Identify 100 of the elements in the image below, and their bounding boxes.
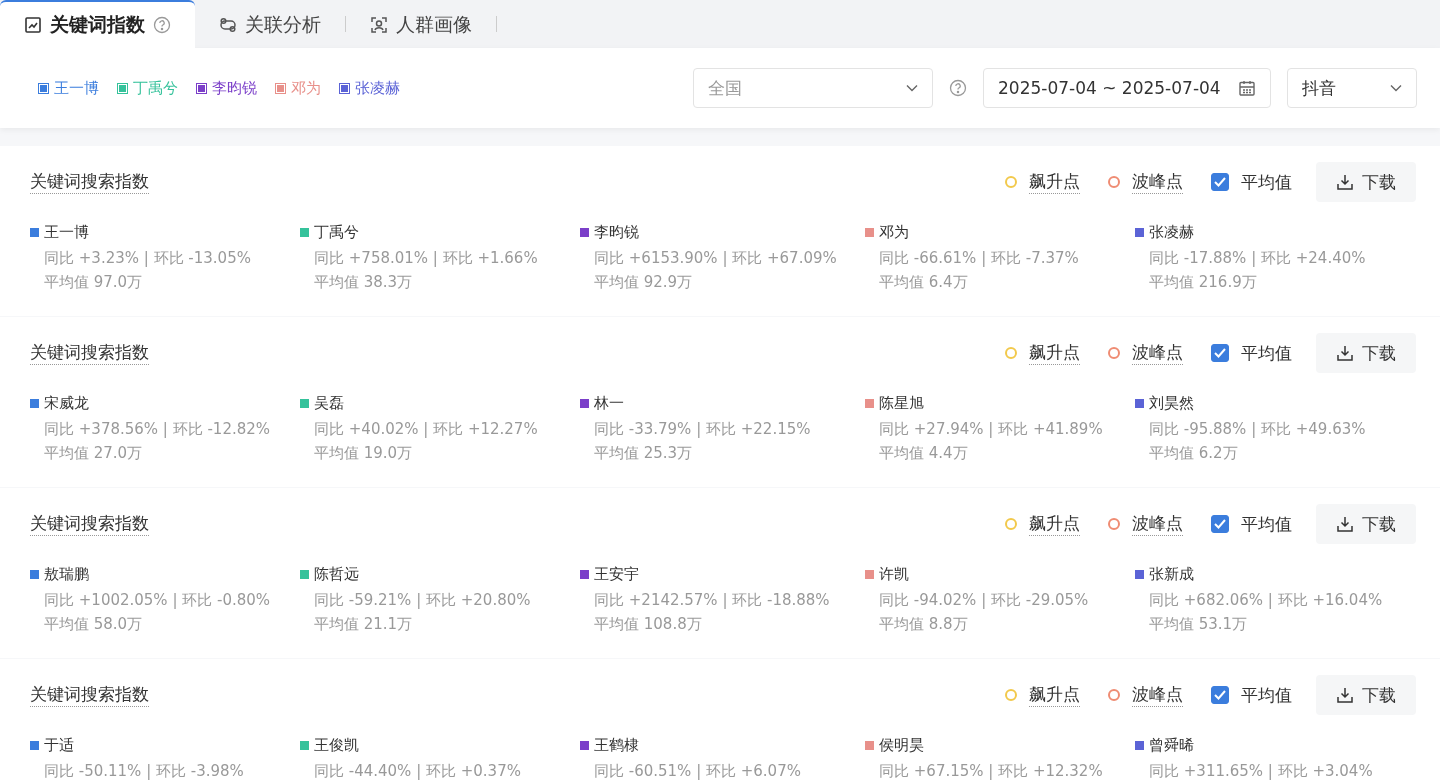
toggle-label[interactable]: 飙升点 [1029,341,1080,365]
toggle-label[interactable]: 平均值 [1241,683,1292,707]
keyword-name: 陈哲远 [314,564,359,584]
change-stats: 同比 +758.01% | 环比 +1.66% [313,248,539,269]
checkbox[interactable] [1211,515,1229,533]
link-icon [219,16,237,34]
toggle-label[interactable]: 飙升点 [1029,170,1080,194]
platform-select[interactable]: 抖音 [1287,68,1417,108]
toggle-label[interactable]: 平均值 [1241,512,1292,536]
toggle-label[interactable]: 平均值 [1241,170,1292,194]
marker-dot-icon[interactable] [1108,176,1120,188]
tab[interactable]: 关联分析 [195,0,345,48]
marker-dot-icon[interactable] [1108,347,1120,359]
keyword-name: 陈星旭 [879,393,924,413]
keyword-name: 王安宇 [594,564,639,584]
marker-dot-icon[interactable] [1005,347,1017,359]
marker-dot-icon[interactable] [1108,518,1120,530]
download-icon [1336,686,1354,704]
keyword-name: 曾舜晞 [1149,735,1194,755]
keyword-name: 林一 [594,393,624,413]
keyword-name: 王鹤棣 [594,735,639,755]
change-stats: 同比 +1002.05% | 环比 -0.80% [43,590,272,611]
toggle-label[interactable]: 平均值 [1241,341,1292,365]
change-stats: 同比 -59.21% | 环比 +20.80% [313,590,532,611]
change-stats: 同比 +6153.90% | 环比 +67.09% [593,248,838,269]
marker-dot-icon[interactable] [1005,176,1017,188]
tab[interactable]: 人群画像 [346,0,496,48]
keyword-name: 邓为 [879,222,909,242]
keyword-name: 张凌赫 [1149,222,1194,242]
change-stats: 同比 +67.15% | 环比 +12.32% [878,761,1104,782]
change-stats: 同比 +682.06% | 环比 +16.04% [1148,590,1384,611]
change-stats: 同比 -33.79% | 环比 +22.15% [593,419,812,440]
download-button[interactable]: 下载 [1316,162,1416,202]
change-stats: 同比 +40.02% | 环比 +12.27% [313,419,539,440]
legend-label[interactable]: 王一博 [54,78,99,98]
change-stats: 同比 -66.61% | 环比 -7.37% [878,248,1080,269]
marker-dot-icon[interactable] [1005,518,1017,530]
average-value: 平均值 92.9万 [593,272,694,293]
download-icon [1336,173,1354,191]
keyword-name: 刘昊然 [1149,393,1194,413]
toggle-label[interactable]: 波峰点 [1132,512,1183,536]
checkbox[interactable] [1211,344,1229,362]
help-icon[interactable] [153,16,171,34]
average-value: 平均值 53.1万 [1148,614,1249,635]
legend-swatch[interactable] [38,82,49,94]
average-value: 平均值 108.8万 [593,614,703,635]
checkbox[interactable] [1211,173,1229,191]
legend-swatch[interactable] [117,82,128,94]
toggle-label[interactable]: 飙升点 [1029,683,1080,707]
keyword-name: 李昀锐 [594,222,639,242]
checkbox[interactable] [1211,686,1229,704]
download-button[interactable]: 下载 [1316,675,1416,715]
caret-icon [906,84,918,92]
change-stats: 同比 +3.23% | 环比 -13.05% [43,248,252,269]
legend-label[interactable]: 张凌赫 [355,78,400,98]
marker-dot-icon[interactable] [1108,689,1120,701]
change-stats: 同比 -95.88% | 环比 +49.63% [1148,419,1367,440]
tab[interactable]: 关键词指数 [0,0,195,48]
average-value: 平均值 38.3万 [313,272,414,293]
people-icon [370,16,388,34]
toggle-label[interactable]: 飙升点 [1029,512,1080,536]
legend-swatch[interactable] [339,82,350,94]
date-range-value: 2025-07-04 ~ 2025-07-04 [998,78,1221,98]
section-title: 关键词搜索指数 [30,341,149,365]
legend-swatch[interactable] [275,82,286,94]
change-stats: 同比 +311.65% | 环比 +3.04% [1148,761,1374,782]
average-value: 平均值 21.1万 [313,614,414,635]
keyword-name: 敖瑞鹏 [44,564,89,584]
legend-label[interactable]: 李昀锐 [212,78,257,98]
keyword-name: 王一博 [44,222,89,242]
toggle-label[interactable]: 波峰点 [1132,341,1183,365]
average-value: 平均值 4.4万 [878,443,969,464]
section-title: 关键词搜索指数 [30,512,149,536]
keyword-name: 宋威龙 [44,393,89,413]
download-button[interactable]: 下载 [1316,504,1416,544]
chart-icon [24,16,42,34]
change-stats: 同比 -94.02% | 环比 -29.05% [878,590,1090,611]
keyword-name: 张新成 [1149,564,1194,584]
change-stats: 同比 -44.40% | 环比 +0.37% [313,761,522,782]
toggle-label[interactable]: 波峰点 [1132,683,1183,707]
legend-swatch[interactable] [196,82,207,94]
change-stats: 同比 +27.94% | 环比 +41.89% [878,419,1104,440]
average-value: 平均值 97.0万 [43,272,144,293]
help-icon[interactable] [949,79,967,97]
download-button[interactable]: 下载 [1316,333,1416,373]
keyword-name: 于适 [44,735,74,755]
average-value: 平均值 6.2万 [1148,443,1239,464]
calendar-icon [1238,79,1256,97]
change-stats: 同比 +2142.57% | 环比 -18.88% [593,590,831,611]
date-range-picker[interactable]: 2025-07-04 ~ 2025-07-04 [983,68,1271,108]
keyword-name: 吴磊 [314,393,344,413]
change-stats: 同比 -60.51% | 环比 +6.07% [593,761,802,782]
caret-icon [1390,84,1402,92]
change-stats: 同比 -17.88% | 环比 +24.40% [1148,248,1367,269]
toggle-label[interactable]: 波峰点 [1132,170,1183,194]
average-value: 平均值 6.4万 [878,272,969,293]
marker-dot-icon[interactable] [1005,689,1017,701]
average-value: 平均值 58.0万 [43,614,144,635]
keyword-name: 许凯 [879,564,909,584]
average-value: 平均值 27.0万 [43,443,144,464]
